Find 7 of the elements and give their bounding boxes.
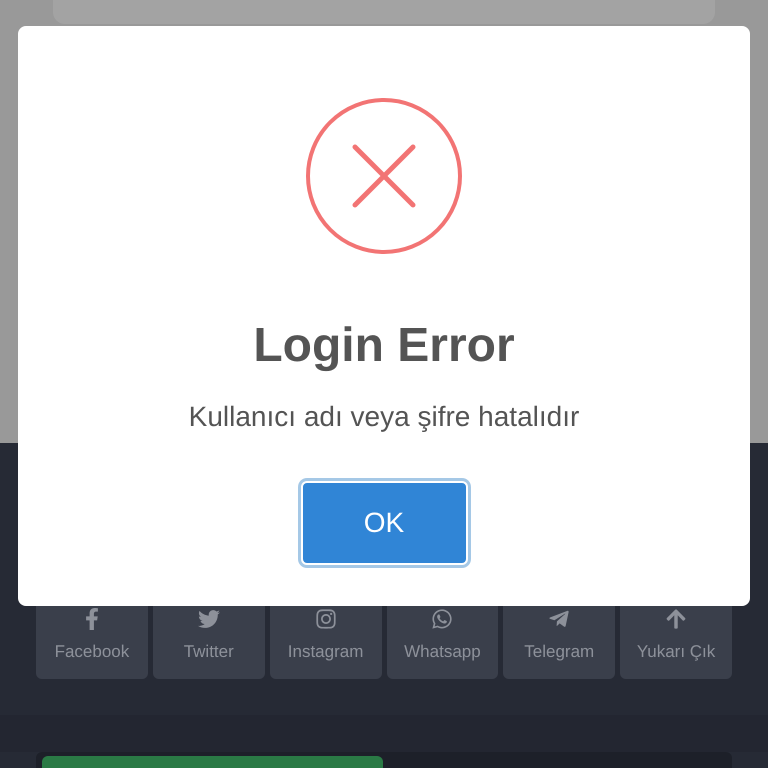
- bird-icon: [198, 608, 220, 630]
- error-icon: [304, 96, 464, 256]
- arrow-up-icon: [665, 608, 688, 630]
- phone-bubble-icon: [431, 608, 454, 630]
- dialog-message: Kullanıcı adı veya şifre hatalıdır: [188, 401, 580, 433]
- camera-icon: [314, 608, 337, 630]
- dialog-title: Login Error: [253, 318, 515, 373]
